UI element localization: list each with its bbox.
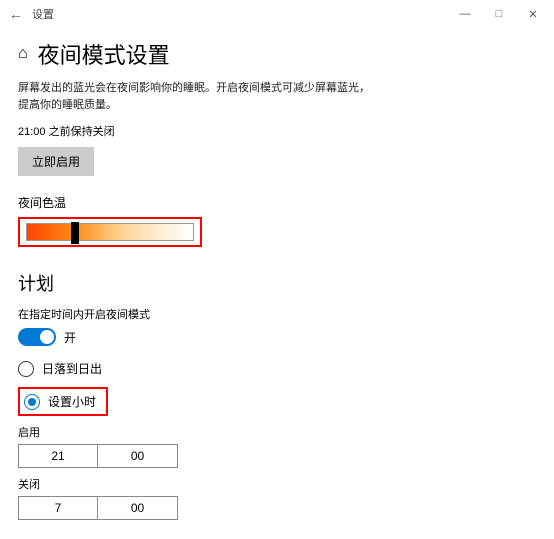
enable-now-button[interactable]: 立即启用 bbox=[18, 147, 94, 176]
radio-icon bbox=[18, 361, 34, 377]
back-button[interactable]: ← bbox=[4, 6, 28, 22]
radio-hours-label: 设置小时 bbox=[48, 393, 96, 410]
content-area: ⌂ 夜间模式设置 屏幕发出的蓝光会在夜间影响你的睡眠。开启夜间模式可减少屏幕蓝光… bbox=[0, 28, 554, 526]
schedule-heading: 计划 bbox=[18, 270, 536, 296]
schedule-toggle-row: 开 bbox=[18, 328, 536, 346]
page-title-row: ⌂ 夜间模式设置 bbox=[18, 38, 536, 70]
titlebar: ← 设置 — □ ✕ bbox=[0, 0, 554, 28]
radio-sunset[interactable]: 日落到日出 bbox=[18, 360, 536, 377]
color-temp-highlight bbox=[18, 217, 202, 247]
maximize-button[interactable]: □ bbox=[482, 8, 516, 21]
start-minute[interactable]: 00 bbox=[98, 444, 178, 468]
end-label: 关闭 bbox=[18, 476, 536, 492]
description: 屏幕发出的蓝光会在夜间影响你的睡眠。开启夜间模式可减少屏幕蓝光， 提高你的睡眠质… bbox=[18, 80, 536, 113]
home-icon[interactable]: ⌂ bbox=[18, 45, 28, 63]
color-temp-slider[interactable] bbox=[26, 223, 194, 241]
end-time-picker: 7 00 bbox=[18, 496, 536, 520]
slider-thumb[interactable] bbox=[71, 222, 79, 244]
status-text: 21:00 之前保持关闭 bbox=[18, 123, 536, 139]
window-title: 设置 bbox=[28, 6, 448, 22]
minimize-button[interactable]: — bbox=[448, 8, 482, 21]
start-label: 启用 bbox=[18, 424, 536, 440]
radio-sunset-label: 日落到日出 bbox=[42, 360, 102, 377]
radio-hours-highlight: 设置小时 bbox=[18, 387, 108, 416]
toggle-label: 开 bbox=[64, 329, 76, 346]
page-heading: 夜间模式设置 bbox=[38, 38, 170, 70]
end-minute[interactable]: 00 bbox=[98, 496, 178, 520]
schedule-toggle[interactable] bbox=[18, 328, 56, 346]
radio-hours[interactable]: 设置小时 bbox=[24, 393, 96, 410]
start-time-picker: 21 00 bbox=[18, 444, 536, 468]
radio-icon bbox=[24, 394, 40, 410]
schedule-sublabel: 在指定时间内开启夜间模式 bbox=[18, 306, 536, 322]
window-controls: — □ ✕ bbox=[448, 8, 550, 21]
end-hour[interactable]: 7 bbox=[18, 496, 98, 520]
close-button[interactable]: ✕ bbox=[516, 8, 550, 21]
color-temp-label: 夜间色温 bbox=[18, 194, 536, 211]
start-hour[interactable]: 21 bbox=[18, 444, 98, 468]
